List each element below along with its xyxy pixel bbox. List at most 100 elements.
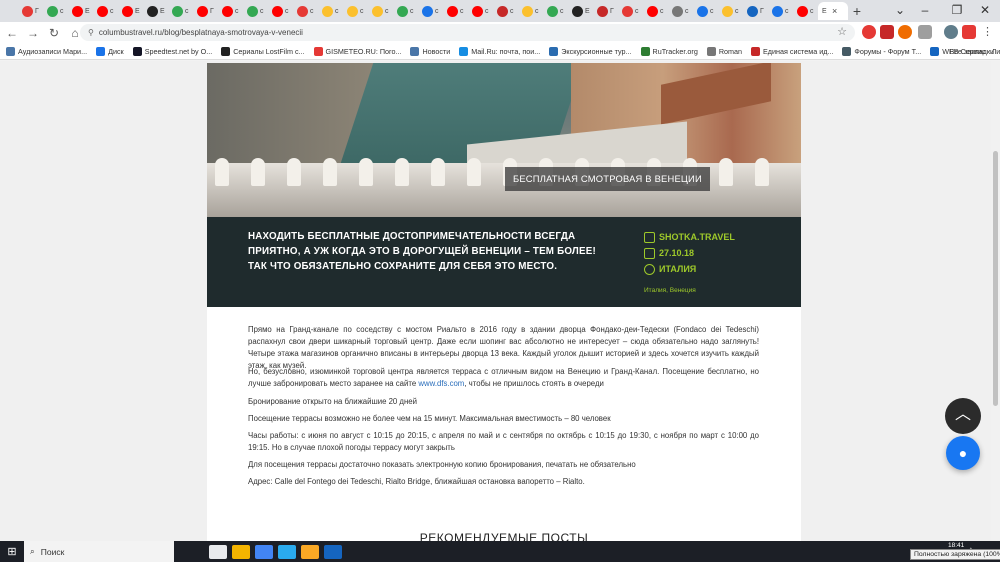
bookmark-item[interactable]: Форумы - Форум T... [842, 46, 921, 56]
browser-tab[interactable]: с [218, 2, 243, 20]
new-tab-button[interactable]: + [848, 3, 866, 19]
bookmark-label: Аудиозаписи Мари... [18, 46, 88, 56]
profile-avatar[interactable] [944, 25, 958, 39]
taskbar-app-icon[interactable] [232, 544, 250, 559]
bookmark-item[interactable]: Roman [706, 46, 742, 56]
taskbar-app-icon[interactable] [209, 544, 227, 559]
browser-tab[interactable]: E [568, 2, 593, 20]
minimize-button[interactable]: – [910, 0, 940, 22]
browser-tab[interactable]: с [518, 2, 543, 20]
reload-button[interactable]: ↻ [45, 24, 63, 42]
page-scrollbar[interactable] [991, 61, 1000, 541]
tab-title: с [335, 7, 339, 15]
browser-tab[interactable]: E [68, 2, 93, 20]
bookmark-item[interactable]: Единая система ид... [751, 46, 833, 56]
tab-title: E [160, 7, 165, 15]
browser-tab[interactable]: с [468, 2, 493, 20]
scrollbar-thumb[interactable] [993, 151, 998, 406]
browser-tab[interactable]: с [768, 2, 793, 20]
bookmark-item[interactable]: Аудиозаписи Мари... [6, 46, 88, 56]
tab-title: Г [610, 7, 614, 15]
scroll-to-top-button[interactable]: ︿ [945, 398, 981, 434]
extension-icon-4[interactable] [962, 25, 976, 39]
all-bookmarks-button[interactable]: Все закладки [950, 47, 994, 56]
bookmark-item[interactable]: Экскурсионные тур... [549, 46, 632, 56]
dfs-link[interactable]: www.dfs.com [418, 379, 464, 388]
close-tab-icon[interactable]: × [832, 6, 837, 16]
browser-tab[interactable]: Г [193, 2, 218, 20]
globe-icon [644, 263, 655, 275]
browser-tab[interactable]: с [43, 2, 68, 20]
extensions-puzzle-icon[interactable] [918, 25, 932, 39]
author-row[interactable]: SHOTKA.TRAVEL [644, 229, 735, 245]
back-button[interactable]: ← [3, 24, 21, 42]
browser-tab[interactable]: с [393, 2, 418, 20]
bookmark-item[interactable]: Mail.Ru: почта, пои... [459, 46, 540, 56]
maximize-button[interactable]: ❐ [942, 0, 972, 22]
browser-tab[interactable]: с [543, 2, 568, 20]
bookmark-item[interactable]: Speedtest.net by O... [132, 46, 212, 56]
browser-tab[interactable]: E [143, 2, 168, 20]
browser-tab[interactable]: с [718, 2, 743, 20]
tab-favicon-icon [547, 5, 558, 17]
browser-tab[interactable]: с [618, 2, 643, 20]
close-window-button[interactable]: ✕ [970, 0, 1000, 22]
browser-tab[interactable]: с [243, 2, 268, 20]
browser-tab[interactable]: с [443, 2, 468, 20]
taskbar-app-icon[interactable] [301, 544, 319, 559]
taskbar-clock[interactable]: 18:41 [948, 542, 964, 549]
browser-tab[interactable]: с [93, 2, 118, 20]
bookmark-favicon-icon [6, 46, 15, 56]
country-row[interactable]: ИТАЛИЯ [644, 261, 735, 277]
bookmark-favicon-icon [549, 46, 559, 56]
post-tags[interactable]: Италия, Венеция [644, 287, 696, 294]
extension-icon-3[interactable] [898, 25, 912, 39]
windows-start-icon[interactable]: ⊞ [0, 545, 24, 558]
bookmark-star-icon[interactable]: ☆ [837, 25, 847, 38]
tab-title: с [110, 7, 114, 15]
browser-tab[interactable]: с [668, 2, 693, 20]
browser-tab[interactable]: с [368, 2, 393, 20]
browser-tab[interactable]: с [793, 2, 818, 20]
taskbar-search[interactable]: ⌕ Поиск [24, 541, 174, 562]
active-browser-tab[interactable]: E × [818, 2, 848, 20]
bookmark-label: Диск [108, 46, 124, 56]
tab-favicon-icon [797, 5, 808, 17]
chat-widget-button[interactable]: ● [946, 436, 980, 470]
bookmark-item[interactable]: RuTracker.org [640, 46, 698, 56]
bookmark-favicon-icon [410, 46, 420, 56]
browser-tab[interactable]: Г [593, 2, 618, 20]
browser-tab[interactable]: с [168, 2, 193, 20]
site-info-icon[interactable]: ⚲ [88, 28, 94, 37]
bookmark-item[interactable]: Сериалы LostFilm с... [221, 46, 305, 56]
browser-tab[interactable]: E [118, 2, 143, 20]
browser-tab[interactable]: с [343, 2, 368, 20]
article-paragraph-3: Бронирование открыто на ближайшие 20 дне… [248, 397, 417, 406]
extension-icon-1[interactable] [862, 25, 876, 39]
browser-tab[interactable]: с [318, 2, 343, 20]
taskbar-app-icon[interactable] [324, 544, 342, 559]
browser-tab[interactable]: с [693, 2, 718, 20]
browser-tab[interactable]: с [418, 2, 443, 20]
bookmark-item[interactable]: Диск [96, 46, 124, 56]
browser-tab[interactable]: Г [743, 2, 768, 20]
tab-title: Г [210, 7, 214, 15]
hero-image-venice [207, 63, 801, 217]
bookmark-item[interactable]: GISMETEO.RU: Пого... [313, 46, 401, 56]
menu-icon[interactable]: ⋮ [982, 25, 996, 39]
browser-tab[interactable]: с [643, 2, 668, 20]
browser-tab[interactable]: с [268, 2, 293, 20]
browser-tab[interactable]: Г [18, 2, 43, 20]
article-body: Прямо на Гранд-канале по соседству с мос… [207, 307, 801, 541]
url-input[interactable]: ⚲ columbustravel.ru/blog/besplatnaya-smo… [80, 24, 855, 41]
tab-favicon-icon [772, 5, 783, 17]
browser-tab[interactable]: с [293, 2, 318, 20]
taskbar-app-icon[interactable] [278, 544, 296, 559]
extension-icon-2[interactable] [880, 25, 894, 39]
bookmark-item[interactable]: Новости [410, 46, 450, 56]
author-icon [644, 231, 655, 243]
browser-tab[interactable]: с [493, 2, 518, 20]
bookmark-label: RuTracker.org [652, 46, 698, 56]
forward-button[interactable]: → [24, 24, 42, 42]
taskbar-app-icon[interactable] [255, 544, 273, 559]
